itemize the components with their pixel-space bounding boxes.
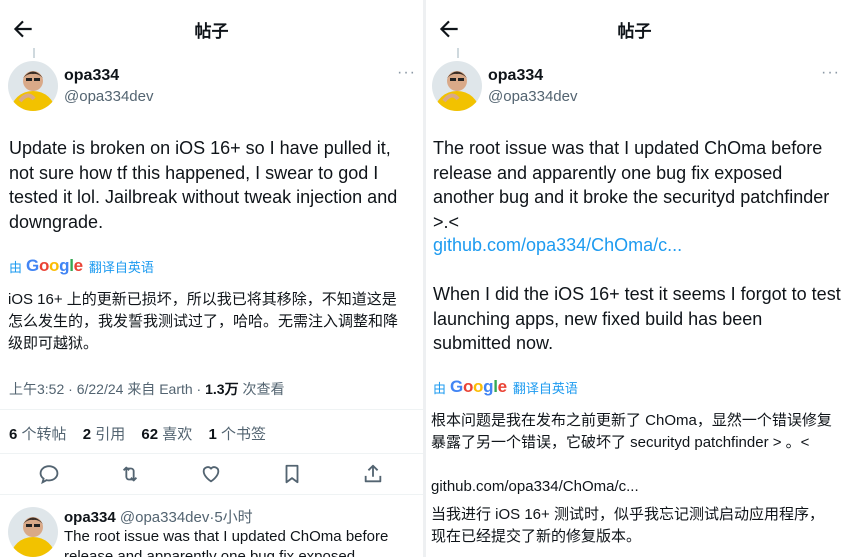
translate-bar[interactable]: 由 Google 翻译自英语 <box>9 256 154 276</box>
avatar[interactable] <box>432 61 482 111</box>
tweet-text-part2: When I did the iOS 16+ test it seems I f… <box>433 284 841 353</box>
tweet-time[interactable]: 上午3:52 <box>9 381 64 397</box>
right-post-panel: 帖子 opa334 @opa334dev ··· The root issue … <box>426 0 843 557</box>
thread-connector <box>457 48 459 58</box>
bookmarks-stat[interactable]: 1 个书签 <box>208 426 266 443</box>
translated-link[interactable]: github.com/opa334/ChOma/c... <box>431 476 639 498</box>
left-post-panel: 帖子 opa334 @opa334dev ··· Update is broke… <box>0 0 423 557</box>
divider <box>0 494 423 495</box>
quotes-stat[interactable]: 2 引用 <box>83 426 126 443</box>
tweet-meta: 上午3:52 · 6/22/24 来自 Earth · 1.3万 次查看 <box>9 381 285 397</box>
page-title: 帖子 <box>194 22 229 41</box>
views-count: 1.3万 <box>205 381 239 397</box>
reply-author-handle[interactable]: @opa334dev <box>120 509 209 526</box>
more-icon[interactable]: ··· <box>821 64 840 82</box>
tweet-stats: 6 个转帖 2 引用 62 喜欢 1 个书签 <box>9 423 278 444</box>
likes-stat[interactable]: 62 喜欢 <box>141 426 192 443</box>
like-icon[interactable] <box>200 463 222 485</box>
translated-text-part1: 根本问题是我在发布之前更新了 ChOma，显然一个错误修复暴露了另一个错误，它破… <box>431 412 832 451</box>
tweet-date[interactable]: 6/22/24 <box>77 381 124 397</box>
share-icon[interactable] <box>362 463 384 485</box>
reply-header: opa334 @opa334dev·5小时 <box>64 509 253 526</box>
author-name[interactable]: opa334 <box>488 67 543 85</box>
retweets-stat[interactable]: 6 个转帖 <box>9 426 67 443</box>
author-name[interactable]: opa334 <box>64 67 119 85</box>
views-label: 次查看 <box>242 381 285 397</box>
page-title: 帖子 <box>617 22 652 41</box>
translate-label: 翻译自英语 <box>88 259 154 275</box>
tweet-source: 来自 Earth <box>127 381 193 397</box>
google-logo: Google <box>26 256 83 275</box>
divider <box>0 453 423 454</box>
avatar[interactable] <box>8 61 58 111</box>
divider <box>0 409 423 410</box>
translated-text: iOS 16+ 上的更新已损坏，所以我已将其移除，不知道这是怎么发生的，我发誓我… <box>8 291 399 352</box>
header-bar: 帖子 <box>0 0 423 56</box>
google-logo: Google <box>450 377 507 396</box>
translated-text-part2: 当我进行 iOS 16+ 测试时，似乎我忘记测试启动应用程序，现在已经提交了新的… <box>431 506 824 545</box>
bookmark-icon[interactable] <box>281 463 303 485</box>
author-handle[interactable]: @opa334dev <box>64 88 153 105</box>
reply-icon[interactable] <box>38 463 60 485</box>
action-bar <box>38 463 384 485</box>
translate-prefix: 由 <box>9 259 23 275</box>
translate-bar[interactable]: 由 Google 翻译自英语 <box>433 377 578 397</box>
tweet-text: Update is broken on iOS 16+ so I have pu… <box>9 138 398 232</box>
header-bar: 帖子 <box>426 0 843 56</box>
reply-time[interactable]: 5小时 <box>214 509 252 526</box>
more-icon[interactable]: ··· <box>397 64 416 82</box>
author-handle[interactable]: @opa334dev <box>488 88 577 105</box>
thread-connector <box>33 48 35 58</box>
tweet-link[interactable]: github.com/opa334/ChOma/c... <box>433 233 682 258</box>
reply-text: The root issue was that I updated ChOma … <box>64 528 389 557</box>
retweet-icon[interactable] <box>119 463 141 485</box>
reply-avatar[interactable] <box>8 507 58 557</box>
reply-author-name[interactable]: opa334 <box>64 509 116 526</box>
translate-label: 翻译自英语 <box>512 380 578 396</box>
tweet-text-part1: The root issue was that I updated ChOma … <box>433 138 830 232</box>
translate-prefix: 由 <box>433 380 447 396</box>
